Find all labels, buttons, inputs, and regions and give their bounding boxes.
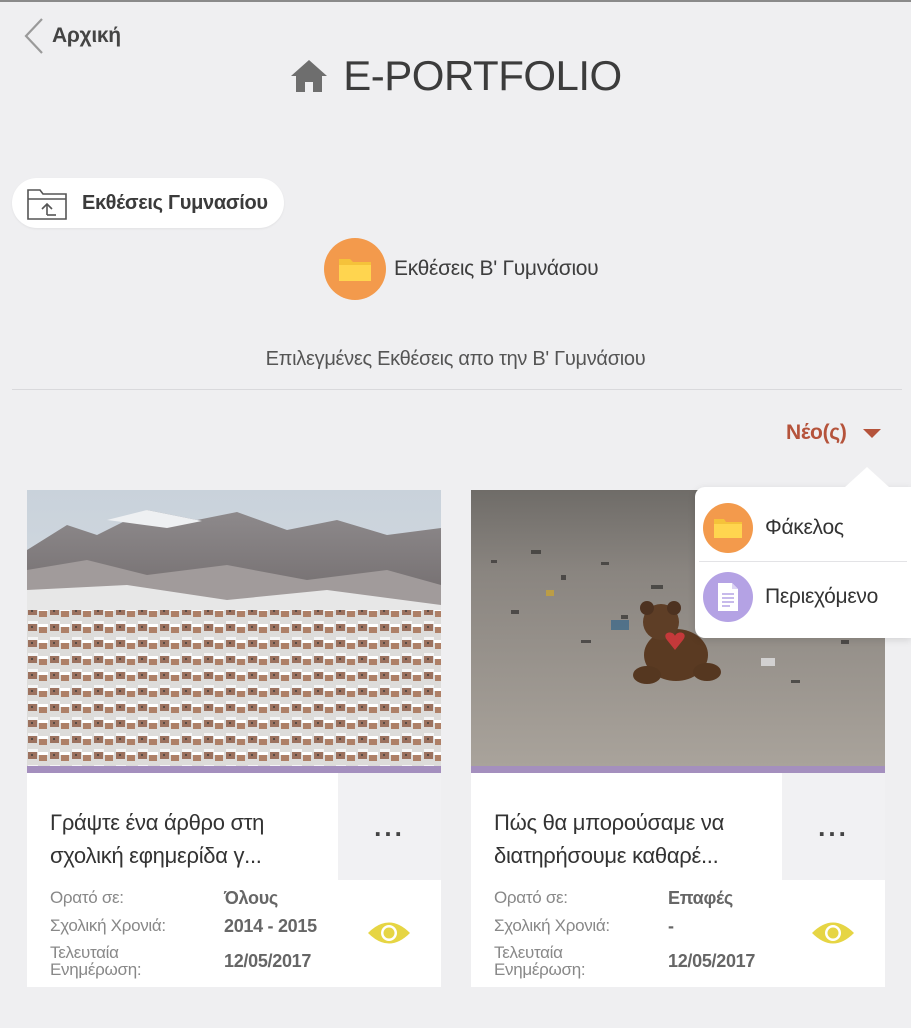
school-year-label: Σχολική Χρονιά: (50, 916, 166, 935)
card-more-button[interactable]: ... (782, 773, 885, 880)
card-title[interactable]: Γράψτε ένα άρθρο στη σχολική εφημερίδα γ… (50, 806, 320, 872)
last-updated-label: Τελευταία Ενημέρωση: (50, 943, 142, 979)
parent-folder-label: Εκθέσεις Γυμνασίου (82, 191, 268, 214)
folder-up-icon (27, 189, 67, 220)
page-title: E-PORTFOLIO (343, 52, 622, 99)
new-dropdown-menu: Φάκελος Περιεχόμενο (695, 467, 911, 638)
visible-to-label: Ορατό σε: (50, 888, 124, 907)
eye-icon[interactable] (366, 918, 412, 948)
more-icon: ... (374, 811, 405, 842)
more-icon: ... (818, 811, 849, 842)
visible-to-label: Ορατό σε: (494, 888, 568, 907)
school-year-label: Σχολική Χρονιά: (494, 916, 610, 935)
document-icon (718, 583, 738, 611)
parent-folder-button[interactable]: Εκθέσεις Γυμνασίου (12, 178, 284, 228)
back-button[interactable]: Αρχική (22, 16, 121, 56)
caret-down-icon (862, 428, 881, 438)
current-folder-name: Εκθέσεις Β' Γυμνάσιου (394, 257, 599, 280)
card-more-button[interactable]: ... (338, 773, 441, 880)
school-year-value: 2014 - 2015 (224, 916, 317, 936)
top-border (0, 0, 911, 2)
content-badge (703, 572, 753, 622)
folder-icon (339, 259, 371, 281)
snowy-village-image (27, 490, 441, 766)
home-icon (291, 60, 328, 92)
school-year-value: - (668, 916, 674, 936)
chevron-left-icon (24, 18, 43, 54)
last-updated-value: 12/05/2017 (668, 951, 756, 971)
card-accent-bar (471, 766, 885, 773)
eye-icon[interactable] (810, 918, 856, 948)
visible-to-value: Όλους (224, 888, 278, 908)
menu-item-folder-label: Φάκελος (765, 516, 844, 539)
folder-icon (714, 519, 742, 538)
divider (12, 389, 902, 390)
last-updated-label: Τελευταία Ενημέρωση: (494, 943, 586, 979)
folder-badge (703, 503, 753, 553)
visible-to-value: Επαφές (668, 888, 733, 908)
new-button-label: Νέο(ς) (786, 421, 847, 444)
back-button-label: Αρχική (52, 24, 121, 47)
menu-item-content[interactable]: Περιεχόμενο (695, 562, 911, 632)
menu-item-content-label: Περιεχόμενο (765, 585, 878, 608)
card-accent-bar (27, 766, 441, 773)
card-title[interactable]: Πώς θα μπορούσαμε να διατηρήσουμε καθαρέ… (494, 806, 764, 872)
current-folder: Εκθέσεις Β' Γυμνάσιου (324, 238, 599, 300)
folder-badge (324, 238, 386, 300)
card-image (27, 490, 441, 766)
last-updated-value: 12/05/2017 (224, 951, 312, 971)
menu-item-folder[interactable]: Φάκελος (695, 493, 911, 563)
new-button[interactable]: Νέο(ς) (786, 421, 881, 445)
dropdown-pointer (845, 467, 889, 487)
page-header: E-PORTFOLIO (0, 52, 911, 100)
folder-description: Επιλεγμένες Εκθέσεις απο την Β' Γυμνάσιο… (265, 348, 646, 370)
portfolio-card[interactable]: ... Γράψτε ένα άρθρο στη σχολική εφημερί… (27, 490, 441, 987)
